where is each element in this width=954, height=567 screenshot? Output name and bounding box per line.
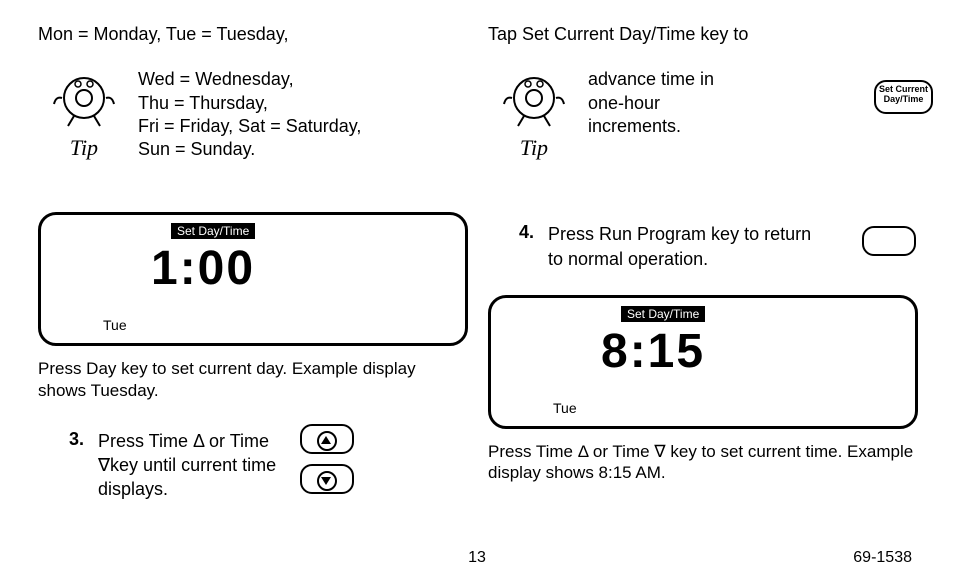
lcd-display-left: Set Day/Time 1:00 Tue (38, 212, 468, 346)
day-abbrev-continued: Wed = Wednesday, Thu = Thursday, Fri = F… (130, 68, 468, 162)
lcd-time: 1:00 (151, 241, 255, 296)
time-down-key[interactable] (300, 464, 354, 494)
time-up-key[interactable] (300, 424, 354, 454)
set-current-daytime-key[interactable]: Set Current Day/Time (874, 80, 933, 114)
step-3: 3. Press Time Δ or Time ∇key until curre… (38, 429, 468, 502)
tip-label: Tip (488, 133, 580, 163)
step-4: 4. Press Run Program key to return to no… (488, 222, 918, 271)
tap-set-continued: advance time in one-hour increments. (580, 68, 738, 162)
tap-set-line1: Tap Set Current Day/Time key to (488, 22, 918, 46)
triangle-down-icon (317, 471, 337, 491)
lcd-time: 8:15 (601, 324, 705, 379)
tip-character-icon (49, 68, 119, 130)
day-abbrev-line1: Mon = Monday, Tue = Tuesday, (38, 22, 468, 46)
doc-number: 69-1538 (853, 549, 912, 567)
page-number: 13 (468, 549, 486, 567)
triangle-up-icon (317, 431, 337, 451)
lcd-day: Tue (103, 317, 127, 333)
step-number: 4. (488, 222, 548, 271)
tip-label: Tip (38, 133, 130, 163)
step-number: 3. (38, 429, 98, 502)
run-program-key[interactable] (862, 226, 916, 256)
lcd-display-right: Set Day/Time 8:15 Tue (488, 295, 918, 429)
caption-time-key: Press Time Δ or Time ∇ key to set curren… (488, 441, 918, 484)
tip-character-icon (499, 68, 569, 130)
step-text: Press Time Δ or Time ∇key until current … (98, 429, 308, 502)
set-current-daytime-key-wrap: Set Current Day/Time (874, 80, 938, 114)
lcd-mode-badge: Set Day/Time (171, 223, 255, 239)
step-text: Press Run Program key to return to norma… (548, 222, 818, 271)
right-column: Tap Set Current Day/Time key to Tip adva… (488, 0, 918, 483)
lcd-mode-badge: Set Day/Time (621, 306, 705, 322)
time-arrow-keys (300, 424, 354, 504)
left-column: Mon = Monday, Tue = Tuesday, Tip Wed = W… (38, 0, 468, 502)
caption-day-key: Press Day key to set current day. Exampl… (38, 358, 468, 401)
lcd-day: Tue (553, 400, 577, 416)
